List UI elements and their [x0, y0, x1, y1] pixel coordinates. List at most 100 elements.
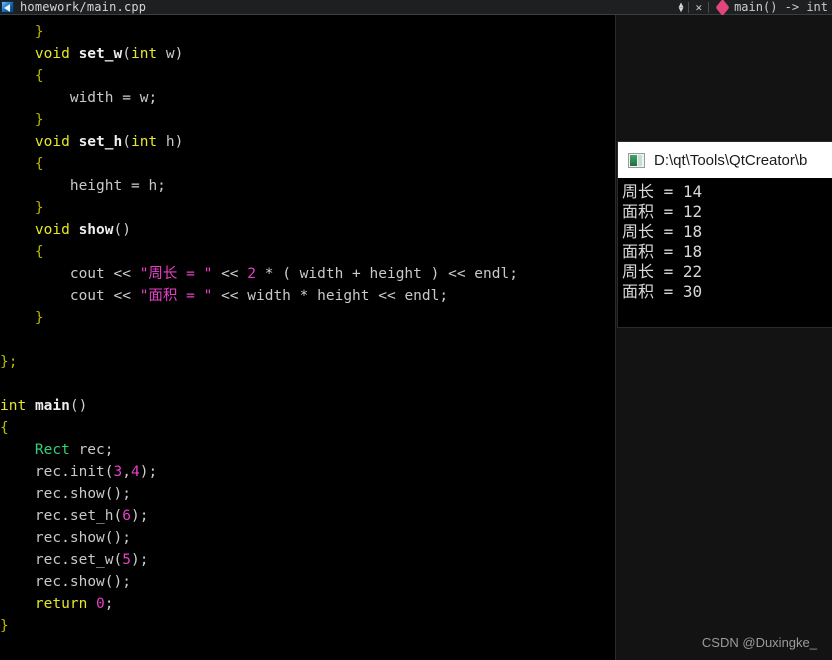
csdn-watermark: CSDN @Duxingke_: [701, 635, 817, 650]
code-token: <<: [212, 266, 248, 282]
code-token: width: [299, 266, 344, 282]
code-line: }: [0, 21, 615, 43]
code-line: {: [0, 241, 615, 263]
code-token: .: [61, 552, 70, 568]
open-file-tab-label[interactable]: homework/main.cpp: [20, 0, 146, 14]
code-token: {: [34, 244, 44, 260]
code-token: *: [290, 288, 318, 304]
code-token: =: [122, 178, 149, 194]
editor-pane-divider: [615, 14, 616, 660]
code-line: return 0;: [0, 593, 615, 615]
code-line: rec.init(3,4);: [0, 461, 615, 483]
code-line: {: [0, 417, 615, 439]
code-token: 0: [96, 596, 105, 612]
code-token: .: [61, 464, 70, 480]
console-output-line: 面积 = 18: [622, 242, 703, 261]
code-token: <<: [212, 288, 248, 304]
code-token: cout: [69, 288, 105, 304]
code-token: (: [122, 46, 131, 62]
code-token: endl: [474, 266, 510, 282]
code-editor[interactable]: } void set_w(int w) { width = w; } void …: [0, 15, 615, 660]
source-code[interactable]: } void set_w(int w) { width = w; } void …: [0, 21, 615, 637]
console-output-line: 面积 = 30: [622, 282, 703, 301]
code-token: height: [317, 288, 370, 304]
code-token: cout: [69, 266, 105, 282]
code-token: ): [174, 46, 184, 62]
close-document-button[interactable]: ✕: [691, 2, 706, 13]
code-line: rec.set_w(5);: [0, 549, 615, 571]
code-token: h: [165, 134, 175, 150]
code-line: };: [0, 351, 615, 373]
code-token: .: [61, 508, 70, 524]
code-line: cout << "面积 = " << width * height << end…: [0, 285, 615, 307]
code-token: 4: [130, 464, 140, 480]
symbol-selector-label: main() -> int: [734, 0, 828, 14]
console-output-line: 周长 = 18: [622, 222, 703, 241]
console-output-line: 周长 = 14: [622, 182, 703, 201]
code-token: ();: [104, 574, 131, 590]
code-token: }: [0, 618, 9, 634]
toolbar-separator-2: [708, 1, 710, 13]
code-line: width = w;: [0, 87, 615, 109]
code-line: rec.set_h(6);: [0, 505, 615, 527]
code-token: <<: [104, 266, 140, 282]
console-output-line: 面积 = 12: [622, 202, 703, 221]
code-token: rec: [34, 530, 62, 546]
code-token: ): [174, 134, 184, 150]
code-token: {: [0, 420, 9, 436]
code-token: {: [34, 156, 44, 172]
code-line: {: [0, 65, 615, 87]
code-token: }: [34, 112, 44, 128]
program-output-console-window[interactable]: D:\qt\Tools\QtCreator\b 周长 = 14 面积 = 12 周长…: [618, 142, 832, 327]
code-token: void: [34, 46, 70, 62]
code-token: "周长 = ": [139, 266, 213, 282]
code-token: show: [69, 530, 105, 546]
code-token: ();: [104, 486, 131, 502]
console-title-bar[interactable]: D:\qt\Tools\QtCreator\b: [618, 142, 832, 178]
code-token: set_h: [78, 134, 123, 150]
code-line: int main(): [0, 395, 615, 417]
code-line: void set_h(int h): [0, 131, 615, 153]
code-token: void: [34, 222, 70, 238]
code-token: endl: [404, 288, 440, 304]
console-output-line: 周长 = 22: [622, 262, 703, 281]
code-token: ;: [148, 90, 158, 106]
file-navigation-updown-button[interactable]: ▲ ▼: [676, 1, 687, 14]
code-token: int: [130, 134, 158, 150]
editor-tab-bar: homework/main.cpp ▲ ▼ ✕ main() -> int: [0, 0, 832, 16]
code-token: "面积 = ": [139, 288, 213, 304]
code-token: h: [148, 178, 158, 194]
console-title-label: D:\qt\Tools\QtCreator\b: [654, 151, 808, 169]
code-token: =: [113, 90, 140, 106]
code-token: set_h: [69, 508, 114, 524]
console-window-icon: [628, 152, 645, 168]
code-token: rec: [34, 574, 62, 590]
code-token: ) <<: [421, 266, 475, 282]
code-token: height: [369, 266, 422, 282]
code-token: ;: [104, 442, 114, 458]
code-token: int: [0, 398, 27, 414]
code-token: ();: [104, 530, 131, 546]
code-token: int: [130, 46, 158, 62]
code-token: return: [34, 596, 88, 612]
code-line: rec.show();: [0, 571, 615, 593]
code-token: show: [78, 222, 114, 238]
code-token: <<: [104, 288, 140, 304]
symbol-selector[interactable]: main() -> int: [711, 0, 832, 16]
code-token: 5: [122, 552, 131, 568]
code-token: };: [0, 354, 18, 370]
code-token: rec: [34, 552, 62, 568]
code-token: {: [34, 68, 44, 84]
code-token: width: [69, 90, 114, 106]
code-line: }: [0, 615, 615, 637]
code-line: height = h;: [0, 175, 615, 197]
code-token: void: [34, 134, 70, 150]
code-token: rec: [34, 464, 62, 480]
code-token: width: [247, 288, 291, 304]
code-token: );: [130, 508, 149, 524]
